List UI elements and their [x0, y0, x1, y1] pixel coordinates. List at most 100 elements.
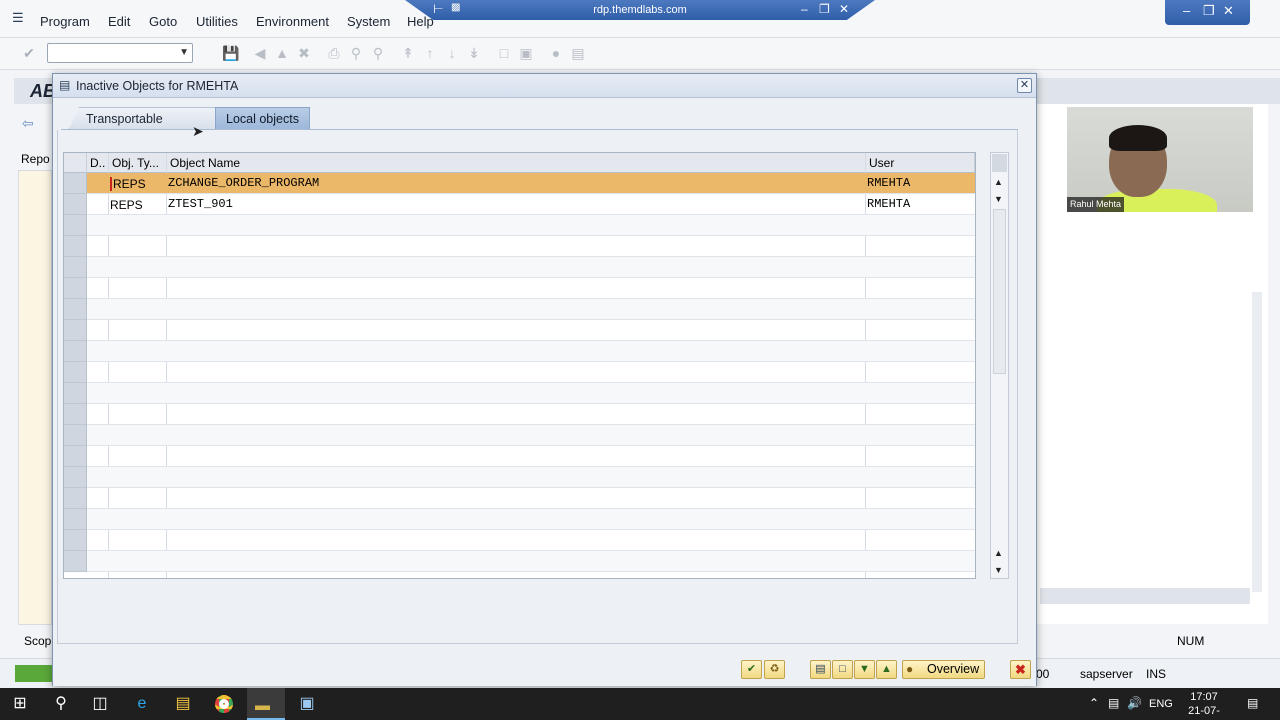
table-row-empty [64, 257, 975, 278]
search-icon[interactable]: ⚲ [50, 694, 72, 714]
menu-utilities[interactable]: Utilities [196, 14, 238, 29]
save-icon[interactable]: 💾 [222, 45, 239, 61]
column-header-object-name[interactable]: Object Name [167, 153, 866, 173]
arrow-left-icon[interactable]: ⇦ [22, 115, 34, 132]
webcam-figure-hair [1109, 125, 1167, 151]
row-selector [64, 551, 87, 572]
scroll-up-icon[interactable]: ▲ [994, 177, 1003, 187]
row-selector [64, 383, 87, 404]
last-page-icon[interactable]: ↡ [466, 45, 482, 61]
shortcut-icon[interactable]: ▣ [518, 45, 534, 61]
select-all-header[interactable] [64, 153, 87, 173]
num-lock-indicator: NUM [1177, 634, 1205, 648]
rdp-restore-icon[interactable]: ❐ [819, 2, 830, 16]
menu-edit[interactable]: Edit [108, 14, 130, 29]
filter-icon[interactable]: ▼ [854, 660, 875, 679]
sort-icon[interactable]: ▲ [876, 660, 897, 679]
first-page-icon[interactable]: ↟ [400, 45, 416, 61]
select-all-icon[interactable]: ▤ [810, 660, 831, 679]
scroll-thumb[interactable] [993, 209, 1006, 374]
internet-explorer-icon[interactable]: e [131, 694, 153, 714]
exit-icon[interactable]: ▲ [274, 45, 290, 61]
chevron-down-icon[interactable]: ▼ [179, 47, 189, 58]
sap-gui-icon[interactable]: ▬ [247, 688, 285, 720]
file-explorer-icon[interactable]: ▤ [172, 694, 194, 714]
row-selector [64, 236, 87, 257]
notifications-icon[interactable]: ▤ [1247, 696, 1258, 710]
server-name: sapserver [1080, 667, 1133, 681]
find-icon[interactable]: ⚲ [348, 45, 364, 61]
overview-button[interactable]: ● Overview [902, 660, 985, 679]
task-view-icon[interactable]: ◫ [89, 694, 111, 714]
dialog-close-button[interactable]: ✕ [1017, 78, 1032, 93]
maximize-icon[interactable]: ❐ [1203, 3, 1215, 19]
background-vertical-scrollbar[interactable] [1252, 292, 1262, 592]
row-selector [64, 215, 87, 236]
menu-system[interactable]: System [347, 14, 390, 29]
column-settings-icon[interactable] [992, 154, 1007, 172]
volume-icon[interactable]: 🔊 [1127, 696, 1142, 710]
table-row[interactable]: REPS ZCHANGE_ORDER_PROGRAM RMEHTA [64, 173, 975, 194]
rdp-close-icon[interactable]: ✕ [839, 2, 849, 16]
scroll-page-down-icon[interactable]: ▼ [994, 565, 1003, 575]
tab-local-objects[interactable]: Local objects [215, 107, 310, 129]
help-icon[interactable]: ● [548, 45, 564, 61]
menu-goto[interactable]: Goto [149, 14, 177, 29]
row-selector[interactable] [64, 194, 87, 215]
background-label-scope: Scop [24, 634, 52, 648]
close-icon[interactable]: ✕ [1223, 3, 1234, 19]
row-selector [64, 341, 87, 362]
row-selector[interactable] [64, 173, 87, 194]
new-session-icon[interactable]: □ [496, 45, 512, 61]
row-selector [64, 509, 87, 530]
print-icon[interactable]: ⎙ [326, 45, 342, 61]
row-selector [64, 488, 87, 509]
table-vertical-scrollbar[interactable]: ▲ ▼ ▲ ▼ [990, 152, 1009, 579]
network-icon[interactable]: ▤ [1108, 696, 1119, 710]
row-selector [64, 530, 87, 551]
chrome-icon[interactable] [213, 694, 235, 714]
command-field[interactable]: ▼ [47, 43, 193, 63]
sap-logon-icon[interactable]: ▣ [296, 694, 318, 714]
dialog-title-bar: ▤ Inactive Objects for RMEHTA ✕ [53, 74, 1036, 98]
clock-time: 17:07 [1190, 691, 1218, 703]
layout-menu-icon[interactable]: ▤ [570, 45, 586, 61]
column-header-d[interactable]: D.. [87, 153, 109, 173]
input-language[interactable]: ENG [1149, 698, 1173, 710]
object-type-cell: REPS [110, 177, 146, 191]
tray-chevron-up-icon[interactable]: ⌃ [1089, 696, 1099, 710]
inactive-objects-table: D.. Obj. Ty... Object Name User REPS ZCH… [63, 152, 976, 579]
client-indicator[interactable]: 00 [1036, 667, 1049, 681]
continue-button[interactable]: ✔ [741, 660, 762, 679]
cancel-icon[interactable]: ✖ [296, 45, 312, 61]
table-row-empty [64, 551, 975, 572]
deselect-all-icon[interactable]: □ [832, 660, 853, 679]
column-header-user[interactable]: User [866, 153, 975, 173]
chrome-logo [215, 695, 233, 713]
row-selector [64, 320, 87, 341]
table-row[interactable]: REPS ZTEST_901 RMEHTA [64, 194, 975, 215]
column-header-obj-type[interactable]: Obj. Ty... [109, 153, 167, 173]
enter-icon[interactable]: ✔ [21, 45, 37, 61]
background-horizontal-scrollbar[interactable] [1040, 588, 1250, 604]
next-page-icon[interactable]: ↓ [444, 45, 460, 61]
scroll-page-up-icon[interactable]: ▲ [994, 548, 1003, 558]
activate-icon[interactable]: ♻ [764, 660, 785, 679]
menu-program[interactable]: Program [40, 14, 90, 29]
menu-environment[interactable]: Environment [256, 14, 329, 29]
minimize-icon[interactable]: – [1183, 3, 1190, 18]
row-selector [64, 404, 87, 425]
back-icon[interactable]: ◀ [252, 45, 268, 61]
sap-menu-icon[interactable]: ☰ [12, 11, 28, 25]
table-row-empty [64, 236, 975, 257]
find-next-icon[interactable]: ⚲ [370, 45, 386, 61]
rdp-minimize-icon[interactable]: – [801, 2, 808, 16]
clock[interactable]: 17:07 21-07-2023 [1178, 690, 1230, 720]
table-row-empty [64, 299, 975, 320]
cancel-button[interactable]: ✖ [1010, 660, 1031, 679]
row-selector [64, 467, 87, 488]
windows-start-icon[interactable]: ⊞ [9, 694, 31, 714]
scroll-down-icon[interactable]: ▼ [994, 194, 1003, 204]
standard-toolbar: ✔ ▼ 💾 ◀ ▲ ✖ ⎙ ⚲ ⚲ ↟ ↑ ↓ ↡ □ ▣ ● ▤ [0, 38, 1280, 70]
previous-page-icon[interactable]: ↑ [422, 45, 438, 61]
